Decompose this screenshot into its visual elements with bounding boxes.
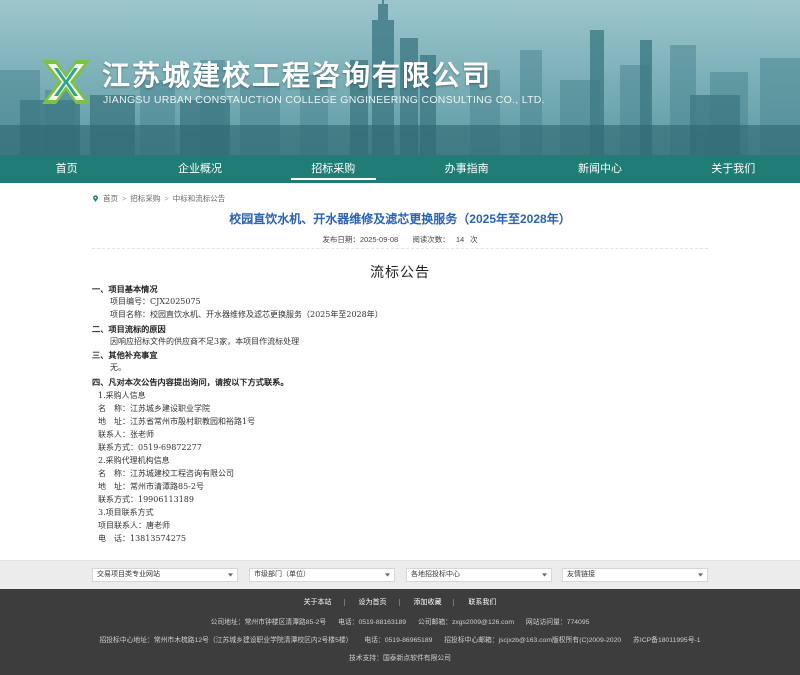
chevron-down-icon: [228, 573, 233, 577]
body-line: 联系方式：0519-69872277: [98, 443, 202, 452]
nav-item-procurement[interactable]: 招标采购: [267, 155, 400, 183]
company-email: 公司邮箱：zxgs2009@126.com: [417, 619, 515, 626]
company-name-cn: 江苏城建校工程咨询有限公司: [102, 59, 493, 92]
views-unit: 次: [470, 235, 478, 244]
section-heading: 四、凡对本次公告内容提出询问，请按以下方式联系。: [92, 377, 289, 387]
company-name-en: JIANGSU URBAN CONSTAUCTION COLLEGE GNGIN…: [103, 94, 545, 106]
body-line: 项目联系人：唐老师: [98, 521, 170, 530]
body-line: 3.项目联系方式: [98, 508, 154, 517]
footer-bidding-center-info: 招投标中心地址：常州市木梳路12号（江苏城乡建设职业学院清潭校区内2号楼5楼） …: [0, 634, 800, 644]
view-count: 阅读次数： 14 次: [412, 235, 477, 244]
breadcrumb-separator: >: [164, 193, 169, 203]
body-line: 2.采购代理机构信息: [98, 456, 170, 465]
footer-links: 关于本站 设为首页 添加收藏 联系我们: [0, 597, 800, 607]
views-value: 14: [455, 235, 465, 244]
center-phone: 电话：0519-86965189: [364, 637, 433, 644]
footer-link-add-favorite[interactable]: 添加收藏: [401, 599, 455, 606]
main-nav: 首页 企业概况 招标采购 办事指南 新闻中心 关于我们: [0, 155, 800, 183]
views-label: 阅读次数：: [412, 235, 450, 244]
publish-date-value: 2025-09-08: [359, 235, 399, 244]
chevron-down-icon: [542, 573, 547, 577]
related-links-bar: 交易项目类专业网站 市级部门（单位） 各地招投标中心 友情链接: [0, 560, 800, 589]
body-line: 联系人：张老师: [98, 430, 154, 439]
body-line: 项目编号：CJX2025075: [110, 297, 201, 306]
footer-tech-support: 技术支持：国泰新点软件有限公司: [349, 655, 451, 662]
breadcrumb-current[interactable]: 中标和流标公告: [173, 193, 226, 204]
select-label: 交易项目类专业网站: [97, 571, 160, 578]
title-divider: [92, 248, 708, 249]
nav-item-home[interactable]: 首页: [0, 155, 133, 183]
nav-item-news[interactable]: 新闻中心: [533, 155, 666, 183]
body-line: 项目名称：校园直饮水机、开水器维修及滤芯更换服务（2025年至2028年）: [110, 310, 383, 319]
section-heading: 一、项目基本情况: [92, 284, 158, 294]
chevron-down-icon: [698, 573, 703, 577]
company-phone: 电话：0519-88163189: [338, 619, 407, 626]
center-email: 招投标中心邮箱：jscjxzb@163.com版权所有(C)2009-2020: [444, 637, 622, 644]
header-banner: 江苏城建校工程咨询有限公司 JIANGSU URBAN CONSTAUCTION…: [0, 0, 800, 155]
section-heading: 二、项目流标的原因: [92, 324, 166, 334]
breadcrumb-procurement[interactable]: 招标采购: [130, 193, 160, 204]
center-address: 招投标中心地址：常州市木梳路12号（江苏城乡建设职业学院清潭校区内2号楼5楼）: [99, 637, 353, 644]
company-address: 公司地址：常州市钟楼区清潭路85-2号: [210, 619, 327, 626]
body-line: 地 址：常州市清潭路85-2号: [98, 482, 204, 491]
article-meta: 发布日期：2025-09-08 阅读次数： 14 次: [0, 234, 800, 245]
footer-company-info: 公司地址：常州市钟楼区清潭路85-2号 电话：0519-88163189 公司邮…: [0, 616, 800, 626]
company-logo-icon: [42, 60, 90, 104]
publish-date: 发布日期：2025-09-08: [322, 235, 398, 244]
section-heading: 三、其他补充事宜: [92, 350, 158, 360]
body-line: 因响应招标文件的供应商不足3家，本项目作流标处理: [110, 337, 300, 346]
select-label: 友情链接: [567, 571, 595, 578]
select-label: 市级部门（单位）: [254, 571, 310, 578]
body-line: 1.采购人信息: [98, 391, 146, 400]
body-line: 无。: [110, 363, 126, 372]
footer-link-contact-us[interactable]: 联系我们: [456, 599, 508, 606]
trade-sites-select[interactable]: 交易项目类专业网站: [92, 568, 238, 582]
friendly-links-select[interactable]: 友情链接: [562, 568, 708, 582]
footer-link-about-site[interactable]: 关于本站: [291, 599, 345, 606]
document-title: 流标公告: [370, 265, 430, 281]
body-line: 地 址：江苏省常州市殷村职教园和裕路1号: [98, 417, 256, 426]
body-line: 联系方式：19906113189: [98, 495, 194, 504]
nav-item-about-company[interactable]: 企业概况: [133, 155, 266, 183]
site-footer: 关于本站 设为首页 添加收藏 联系我们 公司地址：常州市钟楼区清潭路85-2号 …: [0, 589, 800, 675]
nav-item-guide[interactable]: 办事指南: [400, 155, 533, 183]
chevron-down-icon: [385, 573, 390, 577]
nav-item-about-us[interactable]: 关于我们: [667, 155, 800, 183]
city-departments-select[interactable]: 市级部门（单位）: [249, 568, 395, 582]
breadcrumb-separator: >: [122, 193, 127, 203]
select-label: 各地招投标中心: [411, 571, 460, 578]
body-line: 名 称：江苏城乡建设职业学院: [98, 404, 210, 413]
icp-number: 苏ICP备18011995号-1: [633, 637, 701, 644]
breadcrumb-home[interactable]: 首页: [103, 193, 118, 204]
body-line: 电 话：13813574275: [98, 534, 186, 543]
publish-label: 发布日期：: [322, 235, 360, 244]
breadcrumb: 首页 > 招标采购 > 中标和流标公告: [92, 192, 225, 204]
body-line: 名 称：江苏城建校工程咨询有限公司: [98, 469, 234, 478]
visit-count: 网站访问量：774095: [525, 619, 590, 626]
location-pin-icon: [93, 194, 98, 202]
footer-link-set-homepage[interactable]: 设为首页: [346, 599, 400, 606]
bidding-centers-select[interactable]: 各地招投标中心: [406, 568, 552, 582]
article-title: 校园直饮水机、开水器维修及滤芯更换服务（2025年至2028年）: [229, 212, 571, 226]
